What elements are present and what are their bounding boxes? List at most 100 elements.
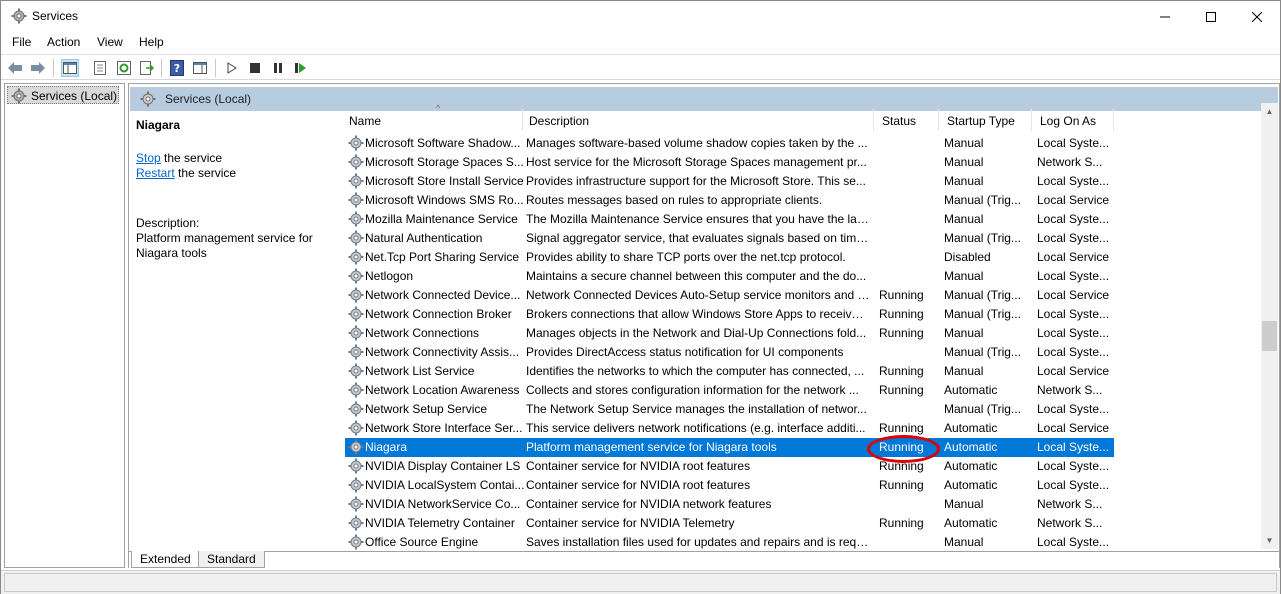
stop-service-link[interactable]: Stop (136, 151, 161, 165)
stop-service-button[interactable] (246, 59, 264, 77)
cell-startup: Manual (944, 212, 984, 226)
cell-name: NVIDIA Telemetry Container (365, 516, 515, 530)
cell-startup: Automatic (944, 421, 998, 435)
table-row[interactable]: Network Setup Service The Network Setup S… (345, 400, 1114, 419)
table-row[interactable]: Microsoft Software Shadow... Manages soft… (345, 134, 1114, 153)
table-row[interactable]: Microsoft Windows SMS Ro... Routes messag… (345, 191, 1114, 210)
cell-desc: Container service for NVIDIA network fea… (526, 497, 772, 511)
column-header-name[interactable]: Name ^ (341, 103, 523, 131)
show-hide-console-tree-button[interactable] (61, 59, 79, 77)
cell-desc: Host service for the Microsoft Storage S… (526, 155, 867, 169)
table-row[interactable]: Microsoft Store Install Service Provides … (345, 172, 1114, 191)
service-detail-panel: Niagara Stop the service Restart the ser… (130, 111, 332, 551)
cell-startup: Manual (Trig... (944, 307, 1021, 321)
minimize-button[interactable] (1142, 1, 1188, 32)
cell-name: Network Connected Device... (365, 288, 521, 302)
tree-item-services-local[interactable]: Services (Local) (7, 86, 119, 104)
help-button[interactable]: ? (168, 59, 186, 77)
highlight-annotation (867, 435, 940, 463)
cell-desc: Saves installation files used for update… (526, 535, 870, 549)
table-row[interactable]: NVIDIA Telemetry Container Container serv… (345, 514, 1114, 533)
column-header-log-on-as[interactable]: Log On As (1032, 109, 1114, 131)
show-action-pane-button[interactable] (191, 59, 209, 77)
cell-logon: Local Service (1037, 193, 1110, 207)
table-row[interactable]: Natural Authentication Signal aggregator … (345, 229, 1114, 248)
gear-icon (348, 344, 364, 360)
cell-desc: Container service for NVIDIA Telemetry (526, 516, 735, 530)
table-row[interactable]: Mozilla Maintenance Service The Mozilla M… (345, 210, 1114, 229)
properties-icon (94, 61, 106, 75)
close-button[interactable] (1234, 1, 1280, 32)
table-row[interactable]: Network List Service Identifies the netwo… (345, 362, 1114, 381)
menu-help[interactable]: Help (139, 35, 164, 49)
cell-name: NVIDIA Display Container LS (365, 459, 521, 473)
menu-view[interactable]: View (97, 35, 123, 49)
console-tree-icon (63, 62, 77, 74)
forward-button[interactable] (29, 59, 47, 77)
menu-file[interactable]: File (12, 35, 31, 49)
table-row[interactable]: Netlogon Maintains a secure channel betwe… (345, 267, 1114, 286)
selected-service-name: Niagara (136, 118, 181, 132)
column-header-status[interactable]: Status (874, 109, 939, 131)
title-bar: Services (1, 1, 1280, 32)
refresh-button[interactable] (115, 59, 133, 77)
properties-button[interactable] (91, 59, 109, 77)
table-row[interactable]: Network Connections Manages objects in th… (345, 324, 1114, 343)
maximize-button[interactable] (1188, 1, 1234, 32)
table-row[interactable]: Network Location Awareness Collects and s… (345, 381, 1114, 400)
cell-logon: Network S... (1037, 383, 1103, 397)
scroll-up-button[interactable]: ▲ (1261, 103, 1278, 120)
export-list-button[interactable] (138, 59, 156, 77)
cell-name: Network Store Interface Ser... (365, 421, 523, 435)
column-header-description[interactable]: Description (521, 109, 874, 131)
vertical-scrollbar[interactable]: ▲ ▼ (1261, 103, 1278, 549)
help-icon: ? (170, 60, 184, 76)
table-row[interactable]: Network Connected Device... Network Conne… (345, 286, 1114, 305)
description-label: Description: (136, 216, 200, 230)
menu-action[interactable]: Action (47, 35, 80, 49)
restart-service-button[interactable] (292, 59, 310, 77)
column-header-label: Log On As (1040, 114, 1097, 128)
cell-status: Running (879, 307, 924, 321)
services-window: Services File Action View Help ? Service… (0, 0, 1281, 594)
gear-icon (348, 306, 364, 322)
scroll-thumb[interactable] (1262, 321, 1277, 351)
cell-startup: Automatic (944, 440, 998, 454)
table-row[interactable]: NVIDIA Display Container LS Container ser… (345, 457, 1114, 476)
back-button[interactable] (6, 59, 24, 77)
table-row[interactable]: Network Store Interface Ser... This servi… (345, 419, 1114, 438)
tab-standard[interactable]: Standard (198, 551, 265, 568)
gear-icon (348, 173, 364, 189)
tab-extended[interactable]: Extended (131, 551, 200, 568)
cell-status (879, 345, 941, 361)
table-row[interactable]: Niagara Platform management service for N… (345, 438, 1114, 457)
pause-service-button[interactable] (269, 59, 287, 77)
table-row[interactable]: Office Source Engine Saves installation f… (345, 533, 1114, 551)
cell-desc: This service delivers network notificati… (526, 421, 866, 435)
cell-logon: Local Syste... (1037, 535, 1110, 549)
start-service-button[interactable] (223, 59, 241, 77)
column-header-label: Name (349, 114, 382, 128)
table-row[interactable]: Network Connection Broker Brokers connect… (345, 305, 1114, 324)
table-row[interactable]: Microsoft Storage Spaces S... Host servic… (345, 153, 1114, 172)
restart-service-link[interactable]: Restart (136, 166, 175, 180)
console-tree: Services (Local) (4, 83, 125, 568)
column-header-label: Status (882, 114, 917, 128)
cell-startup: Automatic (944, 459, 998, 473)
table-row[interactable]: Net.Tcp Port Sharing Service Provides abi… (345, 248, 1114, 267)
menu-bar: File Action View Help (1, 32, 1280, 54)
cell-name: Network Location Awareness (365, 383, 520, 397)
cell-desc: Maintains a secure channel between this … (526, 269, 867, 283)
cell-status: Running (879, 383, 924, 397)
tree-item-label: Services (Local) (31, 89, 118, 103)
table-row[interactable]: NVIDIA LocalSystem Contai... Container se… (345, 476, 1114, 495)
table-row[interactable]: NVIDIA NetworkService Co... Container ser… (345, 495, 1114, 514)
cell-logon: Local Syste... (1037, 326, 1110, 340)
table-row[interactable]: Network Connectivity Assis... Provides Di… (345, 343, 1114, 362)
scroll-down-button[interactable]: ▼ (1261, 532, 1278, 549)
cell-logon: Local Syste... (1037, 478, 1110, 492)
gear-icon (348, 363, 364, 379)
cell-startup: Manual (Trig... (944, 288, 1021, 302)
column-header-startup-type[interactable]: Startup Type (939, 109, 1032, 131)
cell-desc: Collects and stores configuration inform… (526, 383, 859, 397)
